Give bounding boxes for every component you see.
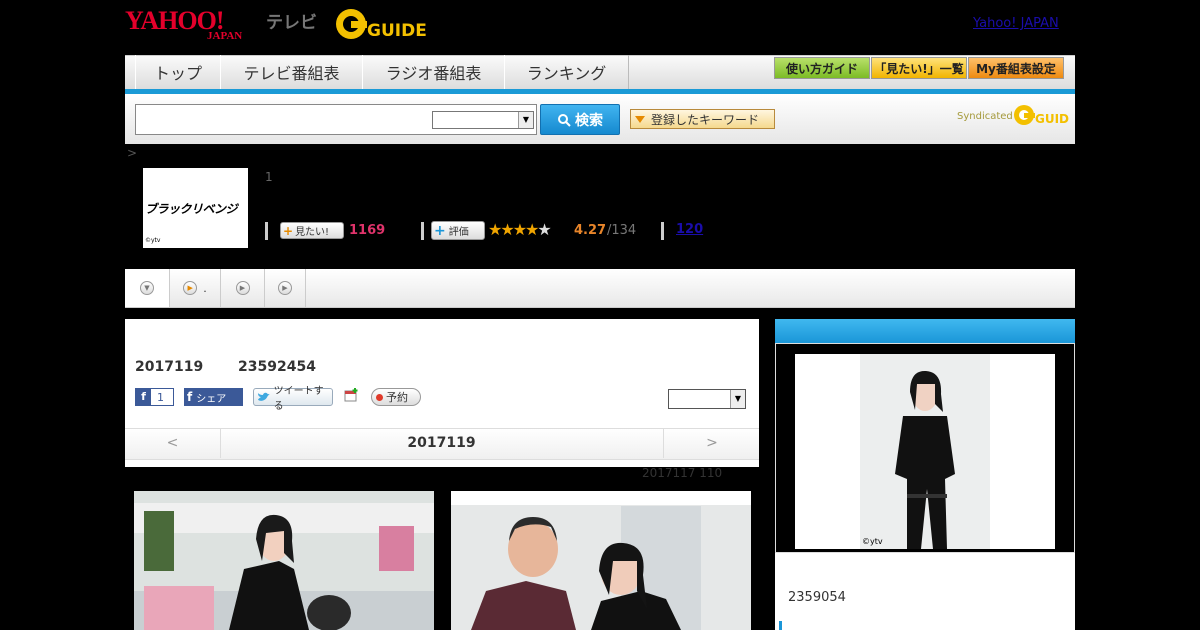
facebook-like-button[interactable]: f 1 [135, 388, 174, 406]
plus-icon: + [283, 223, 294, 238]
guide-button[interactable]: 使い方ガイド [774, 57, 870, 79]
record-reservation-label: 予約 [386, 391, 408, 404]
rating-score: 4.27 [574, 223, 607, 238]
my-schedule-settings-button[interactable]: My番組表設定 [968, 57, 1064, 79]
tab-cast[interactable]: ▶ [221, 269, 265, 307]
rating-count: /134 [607, 223, 637, 238]
separator [265, 222, 268, 240]
tweet-button[interactable]: ツイートする [253, 386, 333, 412]
twitter-bird-icon [257, 392, 270, 401]
gguide-logo[interactable]: GUIDE [335, 6, 435, 42]
plus-icon: + [434, 222, 446, 239]
play-icon: ▶ [235, 281, 250, 295]
cast-photo[interactable]: ©ytv [795, 354, 1055, 549]
chevron-down-icon: ▼ [140, 281, 154, 295]
facebook-icon: f [187, 390, 193, 404]
nav-tab-ranking[interactable]: ランキング [504, 55, 629, 89]
add-calendar-icon[interactable] [343, 387, 359, 403]
tab-episodes-label: . [203, 281, 207, 295]
cast-panel-header [775, 319, 1075, 343]
syndicated-gguide-logo: Syndicated GUIDE [957, 102, 1069, 128]
episode-number: 1 [265, 170, 273, 184]
nav-tab-tv-schedule[interactable]: テレビ番組表 [220, 55, 363, 89]
rate-label: 評価 [448, 227, 469, 238]
tab-reviews[interactable]: ▶ [265, 269, 306, 307]
registered-keyword-label: 登録したキーワード [651, 112, 760, 127]
mitai-label: 見たい! [295, 227, 330, 238]
rating-stars: ★★★★★ [488, 220, 552, 239]
facebook-share-button[interactable]: f シェア [184, 388, 243, 406]
search-button-label: 検索 [575, 112, 603, 129]
tab-episodes[interactable]: ▶ . [170, 269, 221, 307]
mitai-button[interactable]: + 見たい! [280, 222, 344, 239]
tab-overview[interactable]: ▼ [125, 269, 170, 307]
nav-tab-radio-schedule[interactable]: ラジオ番組表 [362, 55, 505, 89]
facebook-share-label: シェア [196, 393, 227, 405]
record-dot-icon [376, 393, 383, 401]
episode-code: 23592454 [238, 359, 316, 375]
chevron-down-icon: ▼ [518, 112, 533, 128]
mitai-list-button[interactable]: 「見たい!」一覧 [871, 57, 967, 79]
cast-code: 2359054 [788, 590, 846, 605]
separator [421, 222, 424, 240]
registered-keyword-button[interactable]: 登録したキーワード [630, 109, 775, 129]
broadcast-date: 2017119 [135, 359, 204, 375]
japan-logo-text: JAPAN [207, 30, 243, 42]
previous-episode-link[interactable]: < [125, 428, 221, 458]
search-button[interactable]: 検索 [540, 104, 620, 135]
episode-photo-1[interactable] [134, 491, 434, 630]
record-reservation-button[interactable]: 予約 [371, 388, 421, 406]
episode-note: 2017117 110 [642, 466, 723, 480]
chevron-down-icon: ▼ [730, 390, 745, 408]
program-thumbnail[interactable]: ブラックリベンジ ©ytv [143, 168, 248, 248]
facebook-icon: f [136, 389, 151, 405]
cast-section-marker [779, 621, 782, 630]
play-icon: ▶ [183, 281, 198, 295]
pager-date: 2017119 [407, 435, 476, 451]
nav-tab-top[interactable]: トップ [135, 55, 221, 89]
program-thumbnail-title: ブラックリベンジ [145, 202, 238, 216]
review-count-link[interactable]: 120 [676, 222, 703, 237]
yahoo-japan-link[interactable]: Yahoo! JAPAN [973, 16, 1059, 31]
episode-select[interactable]: ▼ [668, 389, 746, 409]
yahoo-logo[interactable]: YAHOO! JAPAN [125, 6, 261, 42]
search-category-select[interactable]: ▼ [432, 111, 534, 129]
facebook-like-count: 1 [157, 390, 164, 404]
mitai-count: 1169 [349, 223, 386, 238]
next-episode-link[interactable]: > [663, 428, 760, 458]
breadcrumb-separator: > [127, 146, 138, 160]
episode-photo-2[interactable] [451, 491, 751, 630]
tv-logo-text[interactable]: テレビ [266, 8, 317, 33]
tweet-label: ツイートする [273, 386, 324, 412]
thumbnail-copyright: ©ytv [145, 237, 161, 244]
syndicated-label: Syndicated [957, 111, 1013, 122]
cast-photo-copyright: ©ytv [862, 537, 883, 546]
triangle-down-icon [635, 115, 645, 123]
search-icon [558, 113, 571, 127]
separator [661, 222, 664, 240]
play-icon: ▶ [278, 281, 292, 295]
rate-button[interactable]: + 評価 [431, 221, 485, 240]
syndicated-gguide-text: GUIDE [1035, 112, 1069, 126]
gguide-logo-text: GUIDE [367, 21, 427, 41]
